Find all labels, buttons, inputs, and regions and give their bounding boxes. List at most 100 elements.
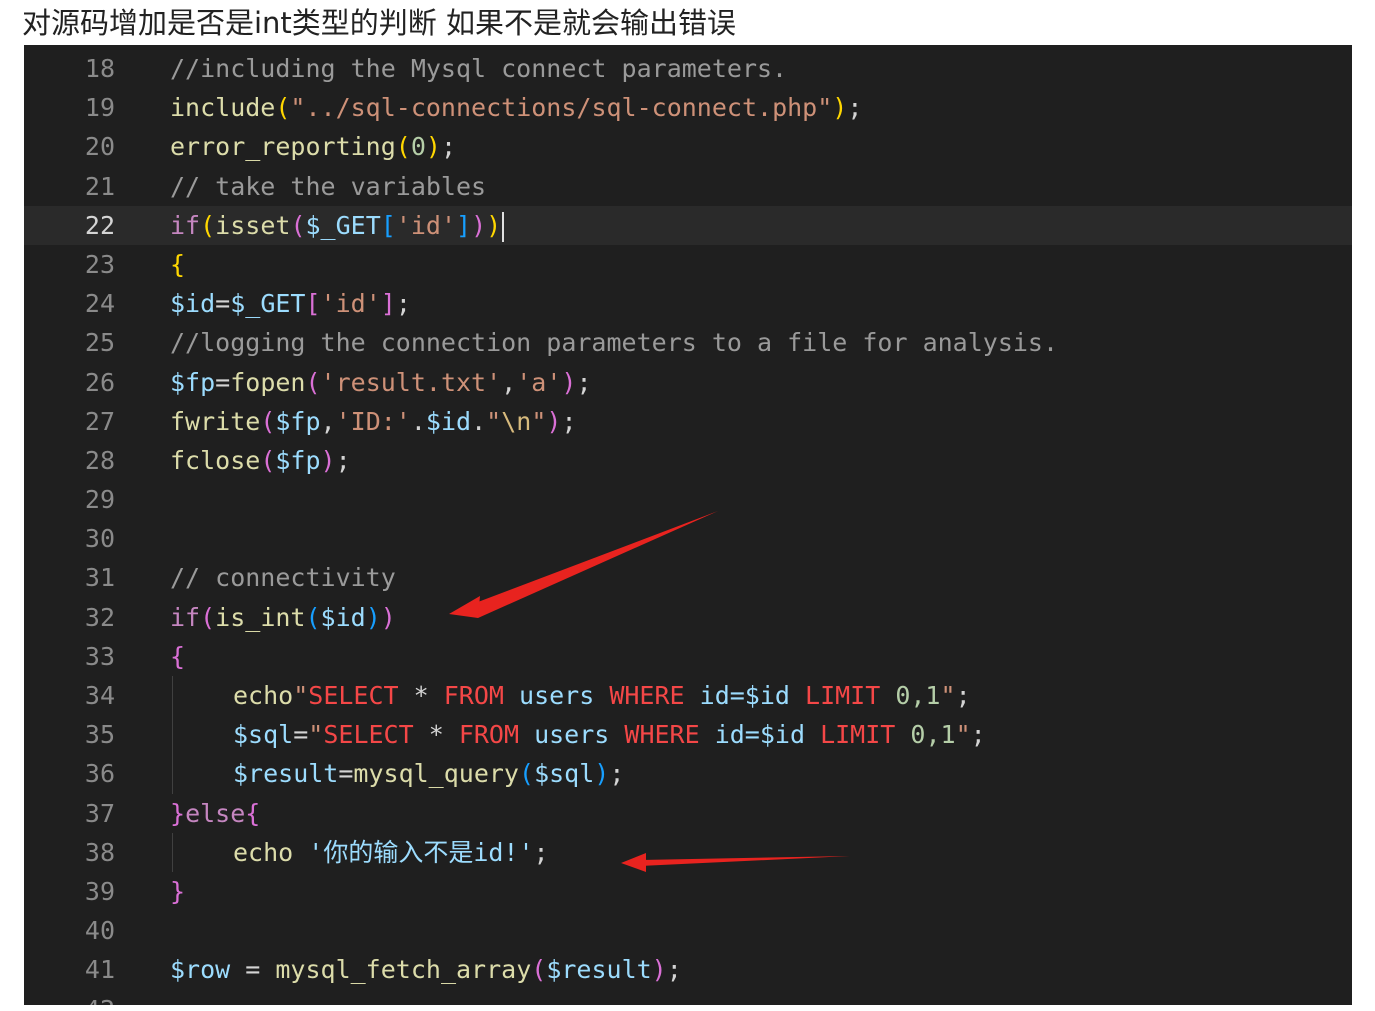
code-token: { (170, 641, 186, 671)
code-token: ; (847, 93, 863, 123)
code-token: is_int (215, 602, 306, 632)
line-number: 20 (84, 132, 115, 162)
code-line[interactable]: 28 fclose($fp); (24, 441, 1352, 480)
code-token: = (338, 759, 354, 789)
line-code: fclose($fp); (170, 441, 351, 480)
code-token: ; (440, 132, 457, 162)
line-number: 35 (84, 720, 115, 750)
code-token: else (185, 798, 246, 828)
code-token: "../sql-connections/sql-connect.php" (290, 93, 833, 123)
line-code: fwrite($fp,'ID:'.$id."\n"); (170, 402, 577, 441)
code-token: $fp (170, 367, 216, 397)
code-token: $result (233, 759, 339, 789)
code-token: 'id' (395, 210, 457, 240)
code-token: $_GET (230, 289, 306, 319)
code-token: id=$id (699, 720, 821, 750)
line-number: 18 (84, 54, 115, 83)
code-token: ; (533, 837, 549, 867)
code-token: $id (425, 406, 472, 436)
code-token: if (170, 602, 201, 632)
code-token: ] (380, 289, 396, 319)
code-token: ) (425, 132, 441, 162)
line-code: if(isset($_GET['id'])) (170, 206, 505, 245)
code-line[interactable]: 40 (24, 911, 1352, 950)
code-line[interactable]: 21 // take the variables (24, 167, 1352, 206)
code-token: 0 (410, 132, 426, 162)
code-line[interactable]: 29 (24, 480, 1352, 519)
code-line[interactable]: 25 //logging the connection parameters to… (24, 323, 1352, 362)
code-token: SELECT (308, 681, 399, 710)
code-token: $row (170, 955, 231, 985)
code-line[interactable]: 34 echo"SELECT * FROM users WHERE id=$id … (24, 676, 1352, 716)
code-line[interactable]: 42 (24, 990, 1352, 1006)
code-token: ( (275, 93, 291, 123)
code-token: ) (320, 445, 336, 475)
code-token: " (940, 681, 956, 710)
line-code: //logging the connection parameters to a… (170, 323, 1058, 362)
line-number: 19 (84, 93, 115, 123)
code-line[interactable]: 23 { (24, 245, 1352, 284)
code-token: WHERE (609, 681, 685, 710)
code-line[interactable]: 38 echo '你的输入不是id!'; (24, 832, 1352, 872)
code-line[interactable]: 32 if(is_int($id)) (24, 598, 1352, 637)
code-line[interactable]: 22 if(isset($_GET['id'])) (24, 205, 1352, 245)
line-number: 38 (84, 837, 115, 867)
code-line[interactable]: 18 //including the Mysql connect paramete… (24, 49, 1352, 88)
code-line[interactable]: 37}else{ (24, 794, 1352, 833)
line-code: $fp=fopen('result.txt','a'); (170, 363, 592, 402)
line-code: if(is_int($id)) (170, 598, 396, 637)
code-token: $id (170, 289, 216, 319)
code-line[interactable]: 26 $fp=fopen('result.txt','a'); (24, 363, 1352, 402)
code-token: * (413, 720, 459, 750)
line-code: { (170, 637, 185, 676)
code-token: echo (233, 681, 294, 710)
code-line[interactable]: 33 { (24, 637, 1352, 676)
code-token: ; (395, 289, 411, 319)
line-number: 30 (84, 524, 115, 554)
line-code: // connectivity (170, 558, 396, 597)
code-token: FROM (443, 681, 504, 710)
code-token: ( (200, 210, 216, 240)
line-code: $row = mysql_fetch_array($result); (170, 950, 682, 989)
code-token: 'ID:' (335, 406, 411, 436)
line-number: 29 (84, 485, 115, 515)
code-line[interactable]: 27 fwrite($fp,'ID:'.$id."\n"); (24, 402, 1352, 441)
code-token: . (410, 406, 426, 436)
line-number: 31 (84, 563, 115, 593)
code-token: $fp (275, 406, 321, 436)
code-token: = (293, 720, 309, 750)
caption-text: 对源码增加是否是int类型的判断 如果不是就会输出错误 (22, 6, 737, 40)
code-token: ; (335, 445, 351, 475)
line-number: 21 (84, 171, 115, 201)
line-code: $id=$_GET['id']; (170, 284, 411, 323)
code-token: 'result.txt' (320, 367, 502, 397)
code-editor[interactable]: 18 //including the Mysql connect paramete… (24, 45, 1352, 1005)
code-line[interactable]: 35 $sql="SELECT * FROM users WHERE id=$id… (24, 715, 1352, 755)
code-token: FROM (458, 720, 520, 750)
line-code: include("../sql-connections/sql-connect.… (170, 88, 862, 127)
code-line[interactable]: 36 $result=mysql_query($sql); (24, 754, 1352, 794)
code-line[interactable]: 30 (24, 519, 1352, 558)
code-token: , (320, 406, 336, 436)
code-token: { (245, 798, 261, 828)
code-token: // connectivity (170, 563, 396, 593)
code-token: \n (501, 406, 532, 436)
code-line[interactable]: 31 // connectivity (24, 558, 1352, 597)
line-code: echo '你的输入不是id!'; (233, 833, 549, 872)
code-token: " (293, 681, 309, 710)
code-token: $sql (534, 759, 595, 789)
code-token: mysql_query (353, 759, 519, 789)
code-token: //including the Mysql connect parameters… (170, 54, 788, 83)
indent-guide (172, 832, 173, 872)
code-line[interactable]: 41 $row = mysql_fetch_array($result); (24, 950, 1352, 989)
code-token: LIMIT (805, 681, 881, 710)
code-line[interactable]: 39} (24, 872, 1352, 911)
code-token: // take the variables (170, 171, 487, 201)
code-line[interactable]: 19 include("../sql-connections/sql-connec… (24, 88, 1352, 127)
code-token: " (486, 406, 502, 436)
code-token: error_reporting (170, 132, 396, 162)
code-token: ( (519, 759, 535, 789)
code-token: ( (395, 132, 411, 162)
code-line[interactable]: 24 $id=$_GET['id']; (24, 284, 1352, 323)
code-line[interactable]: 20 error_reporting(0); (24, 127, 1352, 166)
